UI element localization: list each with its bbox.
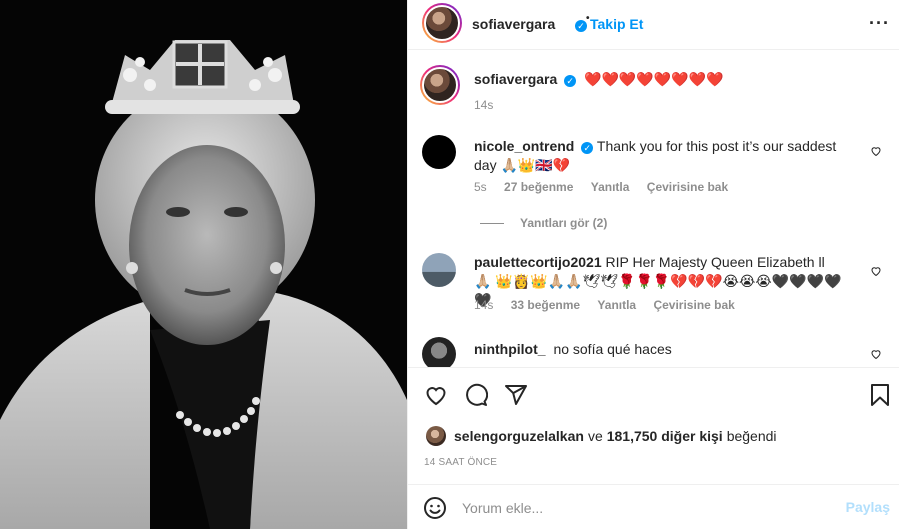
comment-item: nicole_ontrend ✓ Thank you for this post… (422, 135, 882, 215)
comment-likes[interactable]: 27 beğenme (504, 180, 573, 194)
comment-username[interactable]: paulettecortijo2021 (474, 254, 602, 270)
post-timestamp[interactable]: 14 SAAT ÖNCE (424, 457, 497, 468)
liked-connector: ve (587, 428, 603, 444)
liker-avatar[interactable] (426, 426, 446, 446)
more-options-icon[interactable]: ··· (869, 13, 890, 34)
replies-divider (480, 222, 504, 224)
caption-text: ❤️❤️❤️❤️❤️❤️❤️❤️ (584, 71, 724, 87)
verified-icon: ✓ (564, 75, 577, 87)
post-photo[interactable] (0, 0, 407, 529)
comment-icon[interactable] (464, 383, 488, 407)
comment-item: ninthpilot_ no sofía qué haces (422, 337, 882, 367)
reply-button[interactable]: Yanıtla (597, 298, 636, 312)
caption: sofiavergara ✓ ❤️❤️❤️❤️❤️❤️❤️❤️ 14s (420, 65, 882, 115)
likes-count[interactable]: 181,750 diğer kişi (607, 428, 723, 444)
comment-likes[interactable]: 33 beğenme (511, 298, 580, 312)
commenter-avatar[interactable] (422, 253, 456, 287)
liked-by: selengorguzelalkan ve 181,750 diğer kişi… (426, 426, 777, 446)
author-username[interactable]: sofiavergara (472, 16, 555, 32)
like-comment-heart-icon[interactable] (870, 145, 882, 157)
comment-item: paulettecortijo2021 RIP Her Majesty Quee… (422, 253, 882, 333)
comments-list[interactable]: sofiavergara ✓ ❤️❤️❤️❤️❤️❤️❤️❤️ 14s nico… (408, 51, 899, 367)
queen-portrait-image (0, 0, 407, 529)
reply-button[interactable]: Yanıtla (591, 180, 630, 194)
like-comment-heart-icon[interactable] (870, 265, 882, 277)
commenter-avatar[interactable] (422, 135, 456, 169)
post-actions: selengorguzelalkan ve 181,750 diğer kişi… (408, 367, 899, 529)
caption-avatar[interactable] (420, 65, 460, 105)
heart-icon[interactable] (424, 383, 448, 407)
post-header: sofiavergara ✓ • Takip Et ··· (408, 0, 899, 50)
liker-username[interactable]: selengorguzelalkan (454, 428, 584, 444)
caption-time[interactable]: 14s (474, 98, 493, 112)
like-comment-heart-icon[interactable] (870, 348, 882, 360)
post-comment-button[interactable]: Paylaş (846, 499, 890, 515)
follow-button[interactable]: Takip Et (590, 16, 643, 32)
emoji-icon[interactable] (423, 496, 447, 520)
comment-username[interactable]: nicole_ontrend (474, 138, 574, 154)
commenter-avatar[interactable] (422, 337, 456, 367)
view-replies-label: Yanıtları gör (2) (520, 216, 608, 230)
comment-input[interactable] (462, 497, 822, 519)
comment-username[interactable]: ninthpilot_ (474, 341, 546, 357)
caption-username[interactable]: sofiavergara (474, 71, 557, 87)
comment-time[interactable]: 14s (474, 298, 493, 312)
liked-suffix: beğendi (726, 428, 777, 444)
bookmark-icon[interactable] (868, 383, 892, 407)
post-side-panel: sofiavergara ✓ • Takip Et ··· sofiaverga… (407, 0, 899, 529)
see-translation-button[interactable]: Çevirisine bak (647, 180, 728, 194)
comment-time[interactable]: 5s (474, 180, 487, 194)
view-replies-button[interactable]: Yanıtları gör (2) (480, 216, 607, 230)
comment-text: no sofía qué haces (553, 341, 672, 357)
add-comment-bar: Paylaş (408, 484, 899, 529)
share-icon[interactable] (504, 383, 528, 407)
verified-icon: ✓ (581, 142, 594, 154)
see-translation-button[interactable]: Çevirisine bak (653, 298, 734, 312)
separator-dot: • (586, 13, 590, 24)
author-avatar[interactable] (422, 3, 462, 43)
